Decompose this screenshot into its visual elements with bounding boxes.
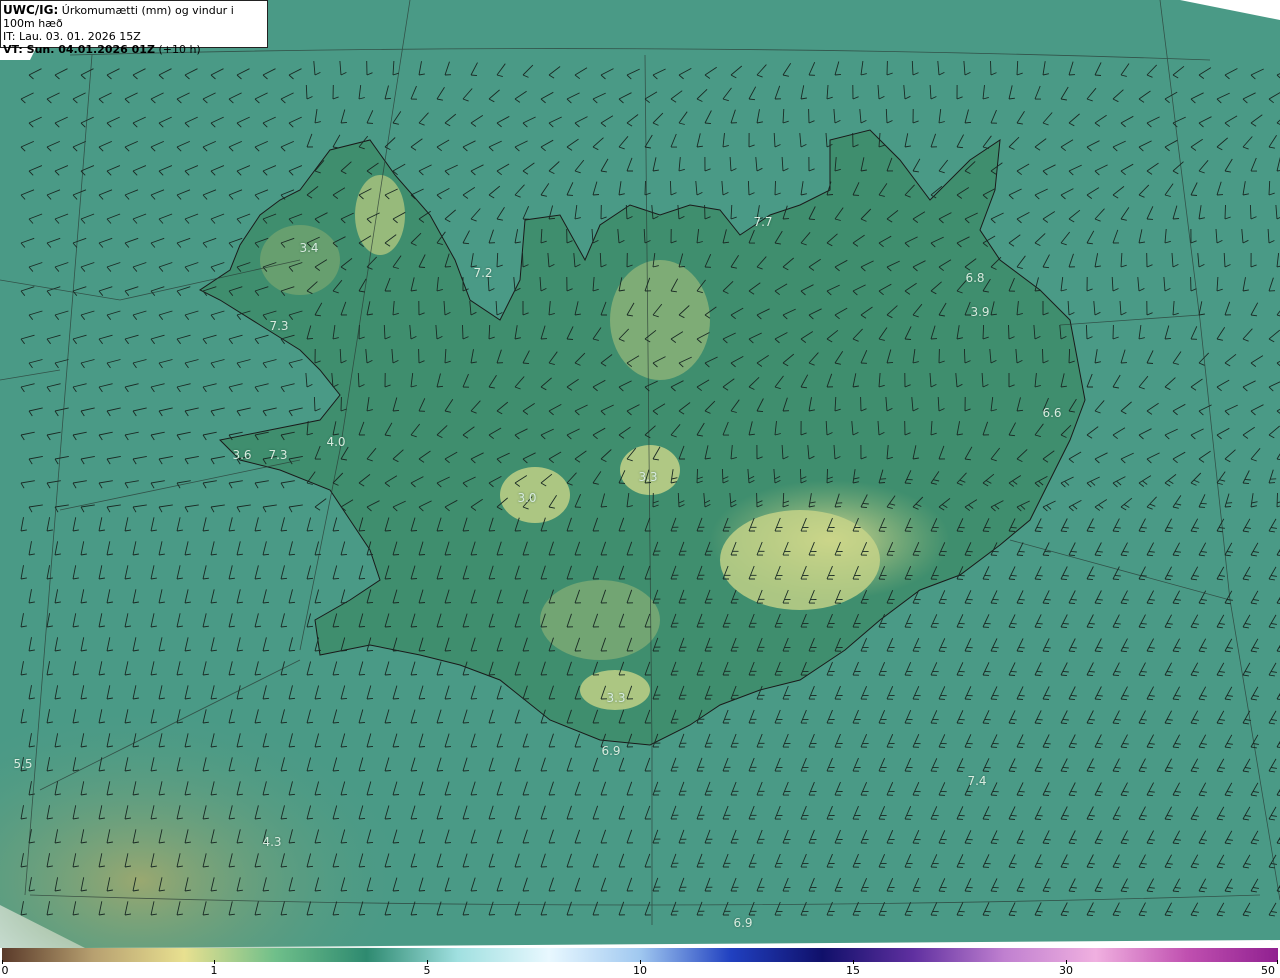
value-label: 6.6 (1042, 406, 1062, 420)
north-highland (610, 260, 710, 380)
value-label: 7.7 (753, 215, 773, 229)
value-label: 3.9 (970, 305, 990, 319)
value-label: 6.9 (601, 744, 621, 758)
colorbar-tick: 15 (846, 964, 860, 977)
valid-time: VT: Sun. 04.01.2026 01Z (3, 43, 155, 56)
colorbar-tick: 5 (423, 964, 431, 977)
value-label: 6.9 (733, 916, 753, 930)
drangajokull-area (355, 175, 405, 255)
model-name: UWC/IG: (3, 3, 59, 17)
initial-time: IT: Lau. 03. 01. 2026 15Z (3, 30, 141, 43)
value-label: 3.6 (232, 448, 252, 462)
value-label: 3.3 (606, 691, 626, 705)
value-label: 7.3 (269, 319, 289, 333)
value-label: 7.2 (473, 266, 493, 280)
value-label: 7.3 (268, 448, 288, 462)
south-highland (540, 580, 660, 660)
colorbar-tick: 10 (633, 964, 647, 977)
value-label: 3.3 (638, 470, 658, 484)
value-label: 4.0 (326, 435, 346, 449)
map-info-box: UWC/IG: Úrkomumætti (mm) og vindur i 100… (0, 0, 268, 56)
value-label: 6.8 (965, 271, 985, 285)
colorbar-tick: 1 (210, 964, 218, 977)
colorbar-tick: 50 (1261, 964, 1275, 977)
value-label: 5.5 (13, 757, 33, 771)
forecast-map: UWC/IG: Úrkomumætti (mm) og vindur i 100… (0, 0, 1280, 948)
value-label: 3.0 (517, 491, 537, 505)
value-label: 4.3 (262, 835, 282, 849)
colorbar-legend: 0 1 5 10 15 30 50 (0, 948, 1280, 978)
lead-time: (+10 h) (158, 43, 201, 56)
value-label: 3.4 (299, 241, 319, 255)
colorbar-tick: 0 (1, 964, 9, 977)
value-label: 7.4 (967, 774, 987, 788)
colorbar-tick: 30 (1059, 964, 1073, 977)
